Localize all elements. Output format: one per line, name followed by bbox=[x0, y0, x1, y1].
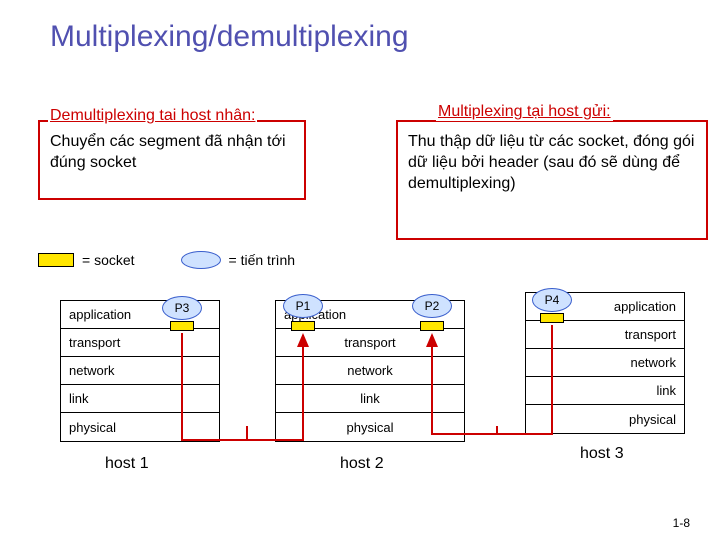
legend-process-label: = tiến trình bbox=[229, 252, 296, 268]
host1-transport: transport bbox=[61, 329, 219, 357]
demux-body: Chuyển các segment đã nhận tới đúng sock… bbox=[40, 122, 304, 184]
host2-transport: transport bbox=[276, 329, 464, 357]
legend-socket-label: = socket bbox=[82, 252, 135, 268]
slide-title: Multiplexing/demultiplexing bbox=[50, 20, 409, 54]
process-p4: P4 bbox=[532, 288, 572, 312]
host3-network: network bbox=[526, 349, 684, 377]
process-p2: P2 bbox=[412, 294, 452, 318]
host3-link: link bbox=[526, 377, 684, 405]
socket-p1 bbox=[291, 321, 315, 331]
mux-body: Thu thập dữ liệu từ các socket, đóng gói… bbox=[398, 122, 706, 204]
demux-heading: Demultiplexing tai host nhân: bbox=[48, 107, 257, 125]
legend: = socket = tiến trình bbox=[38, 251, 295, 269]
host3-physical: physical bbox=[526, 405, 684, 433]
legend-process-icon bbox=[181, 251, 221, 269]
host1-label: host 1 bbox=[105, 455, 149, 473]
host2-network: network bbox=[276, 357, 464, 385]
legend-socket-icon bbox=[38, 253, 74, 267]
mux-heading: Multiplexing tại host gửi: bbox=[436, 103, 613, 121]
host2-link: link bbox=[276, 385, 464, 413]
host2-label: host 2 bbox=[340, 455, 384, 473]
page-number: 1-8 bbox=[673, 516, 690, 530]
demux-box: Chuyển các segment đã nhận tới đúng sock… bbox=[38, 120, 306, 200]
host2-physical: physical bbox=[276, 413, 464, 441]
process-p3: P3 bbox=[162, 296, 202, 320]
mux-box: Thu thập dữ liệu từ các socket, đóng gói… bbox=[396, 120, 708, 240]
host1-stack: application transport network link physi… bbox=[60, 300, 220, 442]
socket-p2 bbox=[420, 321, 444, 331]
socket-p4 bbox=[540, 313, 564, 323]
host3-transport: transport bbox=[526, 321, 684, 349]
host1-physical: physical bbox=[61, 413, 219, 441]
socket-p3 bbox=[170, 321, 194, 331]
process-p1: P1 bbox=[283, 294, 323, 318]
host3-label: host 3 bbox=[580, 445, 624, 463]
host1-network: network bbox=[61, 357, 219, 385]
host1-link: link bbox=[61, 385, 219, 413]
